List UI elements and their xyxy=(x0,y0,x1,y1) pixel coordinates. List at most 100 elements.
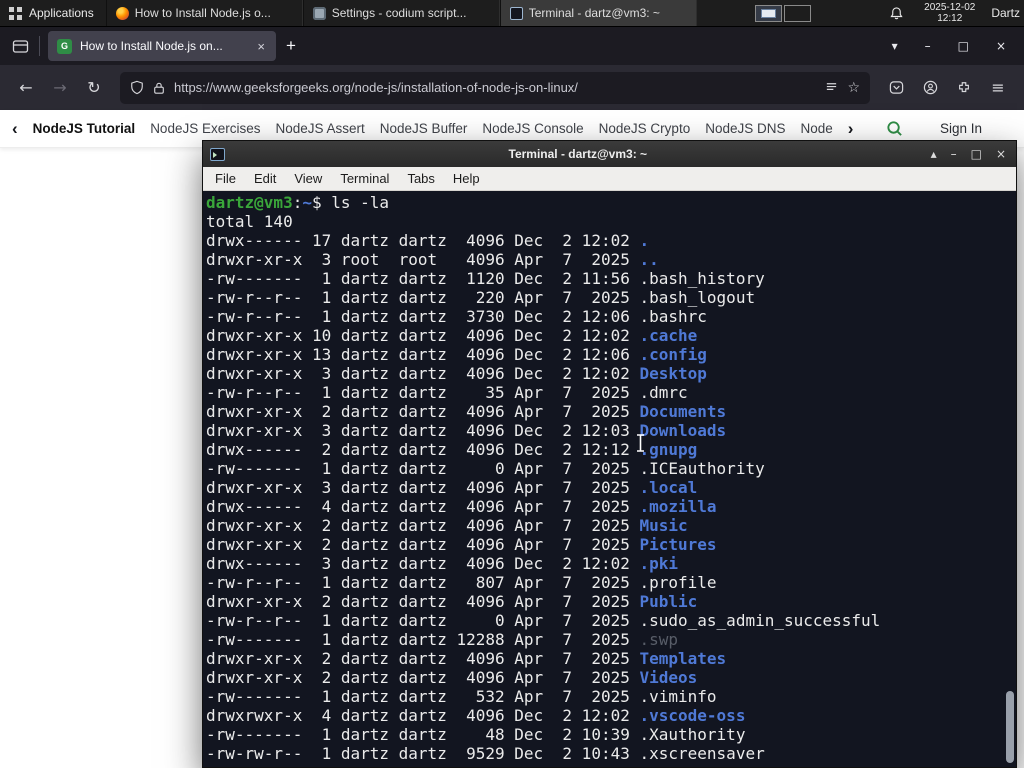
workspace-cell-1[interactable] xyxy=(755,4,783,22)
terminal-screen[interactable]: dartz@vm3:~$ ls -la total 140 drwx------ … xyxy=(203,191,1016,767)
firefox-icon xyxy=(115,6,129,20)
terminal-line: total 140 xyxy=(206,212,293,231)
terminal-line: drwx------ 3 dartz dartz 4096 Dec 2 12:0… xyxy=(206,554,679,573)
menu-file[interactable]: File xyxy=(206,171,245,186)
terminal-icon xyxy=(509,6,523,20)
terminal-line: -rw-r--r-- 1 dartz dartz 220 Apr 7 2025 … xyxy=(206,288,756,307)
minimize-icon[interactable]: – xyxy=(925,39,931,53)
menu-tabs[interactable]: Tabs xyxy=(398,171,443,186)
clock-time: 12:12 xyxy=(937,13,963,24)
panel-username[interactable]: Dartz xyxy=(991,0,1024,26)
terminal-line: drwx------ 2 dartz dartz 4096 Dec 2 12:1… xyxy=(206,440,698,459)
menu-terminal[interactable]: Terminal xyxy=(331,171,398,186)
menu-edit[interactable]: Edit xyxy=(245,171,285,186)
extensions-icon[interactable] xyxy=(948,73,980,103)
new-tab-button[interactable]: + xyxy=(276,36,306,56)
applications-label: Applications xyxy=(29,6,94,20)
list-all-tabs-icon[interactable]: ▾ xyxy=(892,39,898,53)
applications-icon xyxy=(9,6,22,20)
terminal-menubar: File Edit View Terminal Tabs Help xyxy=(203,167,1016,191)
desktop-panel: Applications How to Install Node.js o...… xyxy=(0,0,1024,27)
menu-help[interactable]: Help xyxy=(444,171,489,186)
terminal-line: drwxr-xr-x 2 dartz dartz 4096 Apr 7 2025… xyxy=(206,592,698,611)
forward-icon[interactable]: → xyxy=(44,73,76,103)
url-bar[interactable]: https://www.geeksforgeeks.org/node-js/in… xyxy=(120,71,870,104)
terminal-window: Terminal - dartz@vm3: ~ ▴ – □ × File Edit… xyxy=(202,140,1017,768)
tracking-shield-icon[interactable] xyxy=(130,80,144,95)
pocket-icon[interactable] xyxy=(880,73,912,103)
taskbar-button-firefox[interactable]: How to Install Node.js o... xyxy=(105,0,303,26)
taskbar-button-label: How to Install Node.js o... xyxy=(134,6,271,20)
gfg-nav-link-nodejs-dns[interactable]: NodeJS DNS xyxy=(705,121,785,136)
terminal-line: drwxr-xr-x 3 dartz dartz 4096 Apr 7 2025… xyxy=(206,478,698,497)
tab-title: How to Install Node.js on... xyxy=(80,39,223,53)
terminal-line: -rw------- 1 dartz dartz 0 Apr 7 2025 .I… xyxy=(206,459,765,478)
panel-tasklist: How to Install Node.js o... Settings - co… xyxy=(105,0,697,26)
terminal-output: total 140 drwx------ 17 dartz dartz 4096 … xyxy=(206,212,1002,763)
gfg-nav-link-nodejs-tutorial[interactable]: NodeJS Tutorial xyxy=(33,121,136,136)
mini-window-icon xyxy=(761,8,777,18)
terminal-line: -rw-r--r-- 1 dartz dartz 0 Apr 7 2025 .s… xyxy=(206,611,881,630)
taskbar-button-label: Terminal - dartz@vm3: ~ xyxy=(528,6,660,20)
clock-date: 2025-12-02 xyxy=(924,1,976,13)
maximize-icon[interactable]: □ xyxy=(971,147,982,161)
terminal-line: drwx------ 17 dartz dartz 4096 Dec 2 12:… xyxy=(206,231,650,250)
close-icon[interactable]: × xyxy=(996,147,1006,161)
terminal-line: drwxr-xr-x 2 dartz dartz 4096 Apr 7 2025… xyxy=(206,402,727,421)
prompt-path: ~ xyxy=(302,193,312,212)
applications-menu-button[interactable]: Applications xyxy=(0,0,106,26)
terminal-line: -rw------- 1 dartz dartz 1120 Dec 2 11:5… xyxy=(206,269,765,288)
reader-mode-icon[interactable] xyxy=(825,81,838,94)
gfg-nav-link-node[interactable]: Node xyxy=(801,121,833,136)
lock-icon[interactable] xyxy=(153,81,165,95)
firefox-view-icon[interactable] xyxy=(12,39,29,54)
sign-in-button[interactable]: Sign In xyxy=(940,121,982,136)
terminal-line: drwxr-xr-x 3 root root 4096 Apr 7 2025 .… xyxy=(206,250,659,269)
taskbar-button-terminal[interactable]: Terminal - dartz@vm3: ~ xyxy=(499,0,697,26)
tab-close-icon[interactable]: × xyxy=(255,39,267,54)
nav-scroll-left-icon[interactable]: ‹ xyxy=(12,119,18,139)
menu-icon[interactable]: ≡ xyxy=(982,73,1014,103)
notification-bell-icon[interactable] xyxy=(889,0,904,26)
reload-icon[interactable]: ↻ xyxy=(78,73,110,103)
gfg-nav-link-nodejs-buffer[interactable]: NodeJS Buffer xyxy=(380,121,468,136)
terminal-line: drwxr-xr-x 2 dartz dartz 4096 Apr 7 2025… xyxy=(206,535,717,554)
terminal-line: -rw------- 1 dartz dartz 532 Apr 7 2025 … xyxy=(206,687,717,706)
menu-view[interactable]: View xyxy=(285,171,331,186)
prompt-symbol: $ xyxy=(311,193,332,212)
bookmark-star-icon[interactable]: ☆ xyxy=(847,80,860,96)
terminal-line: drwx------ 4 dartz dartz 4096 Apr 7 2025… xyxy=(206,497,717,516)
text-cursor xyxy=(635,434,646,456)
gfg-nav-link-nodejs-exercises[interactable]: NodeJS Exercises xyxy=(150,121,260,136)
gfg-nav-link-nodejs-console[interactable]: NodeJS Console xyxy=(482,121,583,136)
terminal-window-controls: ▴ – □ × xyxy=(931,147,1009,161)
terminal-line: drwxr-xr-x 10 dartz dartz 4096 Dec 2 12:… xyxy=(206,326,698,345)
nav-scroll-right-icon[interactable]: › xyxy=(848,119,854,139)
shade-icon[interactable]: ▴ xyxy=(931,147,937,161)
settings-icon xyxy=(312,6,326,20)
gfg-nav-link-nodejs-assert[interactable]: NodeJS Assert xyxy=(275,121,364,136)
terminal-titlebar[interactable]: Terminal - dartz@vm3: ~ ▴ – □ × xyxy=(203,141,1016,167)
url-text[interactable]: https://www.geeksforgeeks.org/node-js/in… xyxy=(174,80,816,95)
maximize-icon[interactable]: □ xyxy=(958,39,969,53)
terminal-line: drwxr-xr-x 2 dartz dartz 4096 Apr 7 2025… xyxy=(206,516,688,535)
terminal-line: drwxr-xr-x 2 dartz dartz 4096 Apr 7 2025… xyxy=(206,668,698,687)
terminal-line: -rw-rw-r-- 1 dartz dartz 9529 Dec 2 10:4… xyxy=(206,744,765,763)
browser-tab-active[interactable]: G How to Install Node.js on... × xyxy=(48,31,276,61)
workspace-pager[interactable] xyxy=(755,0,812,26)
back-icon[interactable]: ← xyxy=(10,73,42,103)
gfg-nav-links: NodeJS Tutorial NodeJS Exercises NodeJS As… xyxy=(33,121,833,136)
close-icon[interactable]: × xyxy=(996,39,1006,53)
taskbar-button-settings[interactable]: Settings - codium script... xyxy=(302,0,500,26)
workspace-cell-2[interactable] xyxy=(784,4,812,22)
terminal-line: -rw-r--r-- 1 dartz dartz 807 Apr 7 2025 … xyxy=(206,573,717,592)
minimize-icon[interactable]: – xyxy=(951,147,957,161)
terminal-line: -rw------- 1 dartz dartz 48 Dec 2 10:39 … xyxy=(206,725,746,744)
panel-clock[interactable]: 2025-12-02 12:12 xyxy=(924,0,975,26)
terminal-scrollbar[interactable] xyxy=(1006,691,1014,763)
search-icon[interactable] xyxy=(886,120,903,137)
gfg-nav-link-nodejs-crypto[interactable]: NodeJS Crypto xyxy=(599,121,691,136)
taskbar-button-label: Settings - codium script... xyxy=(331,6,467,20)
account-icon[interactable] xyxy=(914,73,946,103)
terminal-title: Terminal - dartz@vm3: ~ xyxy=(508,147,648,161)
